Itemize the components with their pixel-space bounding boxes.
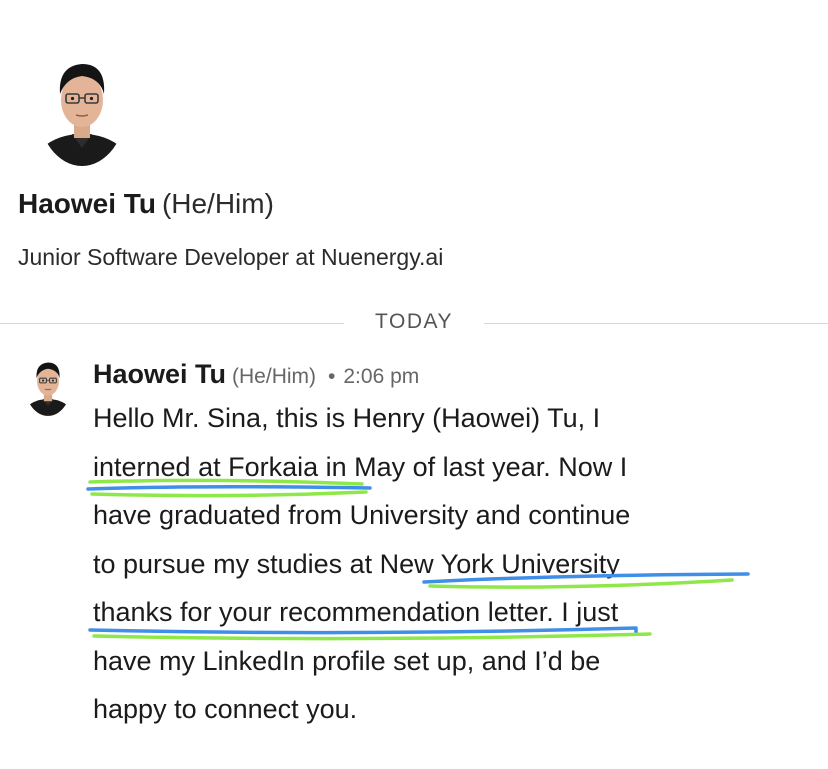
message-line: have graduated from University and conti… (93, 500, 631, 530)
user-photo-icon (38, 48, 126, 166)
message-line: interned at Forkaia in May of last year.… (93, 451, 628, 482)
profile-headline: Junior Software Developer at Nuenergy.ai (18, 244, 444, 270)
meta-separator: • (328, 365, 336, 388)
date-divider: TODAY (0, 308, 828, 338)
message-line: to pursue my studies at New York Univers… (93, 548, 620, 579)
message-avatar[interactable] (25, 354, 71, 416)
message-timestamp: 2:06 pm (343, 365, 420, 388)
message-line: thanks for your recommendation letter. I… (93, 597, 619, 627)
profile-avatar[interactable] (38, 48, 126, 166)
date-divider-label: TODAY (375, 310, 453, 333)
profile-name-row: Haowei Tu (He/Him) (18, 186, 274, 222)
message-sender-name[interactable]: Haowei Tu (93, 359, 226, 389)
profile-pronouns: (He/Him) (161, 188, 274, 219)
message-line: have my LinkedIn profile set up, and I’d… (93, 645, 601, 676)
message-body: Hello Mr. Sina, this is Henry (Haowei) T… (93, 394, 813, 734)
message-header: Haowei Tu (He/Him) • 2:06 pm (93, 356, 419, 397)
message-sender-pronouns: (He/Him) (232, 365, 317, 388)
profile-name[interactable]: Haowei Tu (18, 188, 156, 219)
divider-line-left (0, 323, 344, 324)
message-line: Hello Mr. Sina, this is Henry (Haowei) T… (93, 403, 601, 433)
user-photo-icon (25, 354, 71, 416)
message-line: happy to connect you. (93, 694, 358, 724)
divider-line-right (484, 323, 828, 324)
